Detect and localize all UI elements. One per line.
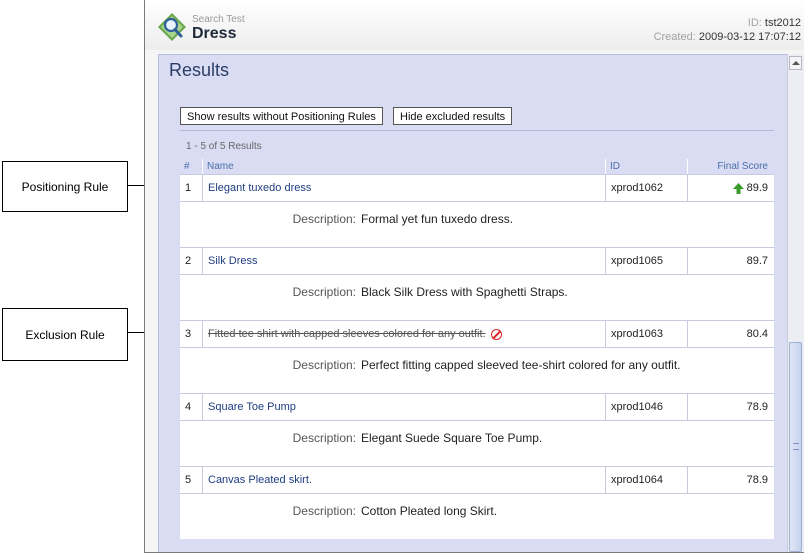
result-score-cell: 78.9 <box>688 467 774 493</box>
description-label: Description: <box>292 212 356 226</box>
description-text: Formal yet fun tuxedo dress. <box>361 212 514 226</box>
table-row: 5 Canvas Pleated skirt. xprod1064 78.9 <box>180 466 774 493</box>
description-label: Description: <box>292 358 356 372</box>
page-title: Dress <box>192 25 237 42</box>
result-score: 89.9 <box>746 182 768 194</box>
results-table: # Name ID Final Score 1 Elegant tuxedo d… <box>180 159 774 539</box>
result-description: Description: Perfect fitting capped slee… <box>180 347 774 393</box>
description-text: Cotton Pleated long Skirt. <box>361 504 498 518</box>
exclusion-rule-callout: Exclusion Rule <box>2 308 128 361</box>
results-heading: Results <box>169 60 230 80</box>
result-id: xprod1065 <box>606 248 688 274</box>
column-header-id[interactable]: ID <box>606 159 688 174</box>
table-row: 1 Elegant tuxedo dress xprod1062 89.9 <box>180 174 774 201</box>
row-number: 1 <box>180 175 203 201</box>
result-score-cell: 80.4 <box>688 321 774 347</box>
header-meta: ID: tst2012 Created: 2009-03-12 17:07:12 <box>654 16 801 44</box>
row-number: 4 <box>180 394 203 420</box>
result-score: 78.9 <box>746 474 768 486</box>
results-panel: Results Show results without Positioning… <box>158 54 789 552</box>
scrollbar-thumb[interactable] <box>789 342 802 552</box>
column-header-number[interactable]: # <box>180 159 203 174</box>
grip-icon <box>793 443 799 450</box>
result-name-link[interactable]: Canvas Pleated skirt. <box>203 467 606 493</box>
result-description: Description: Elegant Suede Square Toe Pu… <box>180 420 774 466</box>
result-description: Description: Black Silk Dress with Spagh… <box>180 274 774 320</box>
result-id: xprod1063 <box>606 321 688 347</box>
row-number: 3 <box>180 321 203 347</box>
id-label: ID: <box>747 17 762 29</box>
result-description: Description: Formal yet fun tuxedo dress… <box>180 201 774 247</box>
result-name-link[interactable]: Square Toe Pump <box>203 394 606 420</box>
show-without-positioning-button[interactable]: Show results without Positioning Rules <box>180 107 383 125</box>
table-header: # Name ID Final Score <box>180 159 774 174</box>
description-label: Description: <box>292 431 356 445</box>
description-label: Description: <box>292 504 356 518</box>
result-score-cell: 89.7 <box>688 248 774 274</box>
scroll-up-button[interactable] <box>789 56 802 70</box>
result-id: xprod1062 <box>606 175 688 201</box>
table-row: 2 Silk Dress xprod1065 89.7 <box>180 247 774 274</box>
positioning-rule-callout: Positioning Rule <box>2 161 128 212</box>
table-row-excluded: 3 Fitted tee shirt with capped sleeves c… <box>180 320 774 347</box>
up-arrow-icon <box>732 182 744 194</box>
divider <box>180 130 774 131</box>
results-count: 1 - 5 of 5 Results <box>186 141 262 152</box>
hide-excluded-button[interactable]: Hide excluded results <box>393 107 513 125</box>
description-text: Perfect fitting capped sleeved tee-shirt… <box>361 358 681 372</box>
window-header: Search Test Dress ID: tst2012 Created: 2… <box>145 0 804 50</box>
result-score: 78.9 <box>746 401 768 413</box>
description-text: Elegant Suede Square Toe Pump. <box>361 431 543 445</box>
vertical-scrollbar[interactable] <box>787 54 804 552</box>
id-value: tst2012 <box>764 17 801 29</box>
result-name-link[interactable]: Fitted tee shirt with capped sleeves col… <box>208 328 486 340</box>
magnifier-search-icon <box>158 13 186 41</box>
table-row: 4 Square Toe Pump xprod1046 78.9 <box>180 393 774 420</box>
column-header-final-score[interactable]: Final Score <box>688 159 774 174</box>
result-score: 89.7 <box>746 255 768 267</box>
result-description: Description: Cotton Pleated long Skirt. <box>180 493 774 539</box>
page-subtitle: Search Test <box>192 14 245 25</box>
row-number: 5 <box>180 467 203 493</box>
result-id: xprod1046 <box>606 394 688 420</box>
result-name-link[interactable]: Elegant tuxedo dress <box>203 175 606 201</box>
created-value: 2009-03-12 17:07:12 <box>698 31 801 43</box>
description-label: Description: <box>292 285 356 299</box>
result-score-cell: 78.9 <box>688 394 774 420</box>
result-id: xprod1064 <box>606 467 688 493</box>
result-score-cell: 89.9 <box>688 175 774 201</box>
search-test-window: Search Test Dress ID: tst2012 Created: 2… <box>144 0 804 553</box>
row-number: 2 <box>180 248 203 274</box>
result-score: 80.4 <box>746 328 768 340</box>
result-name-cell: Fitted tee shirt with capped sleeves col… <box>203 321 606 347</box>
result-name-link[interactable]: Silk Dress <box>203 248 606 274</box>
column-header-name[interactable]: Name <box>203 159 606 174</box>
description-text: Black Silk Dress with Spaghetti Straps. <box>361 285 568 299</box>
excluded-icon <box>490 328 502 340</box>
created-label: Created: <box>653 31 696 43</box>
